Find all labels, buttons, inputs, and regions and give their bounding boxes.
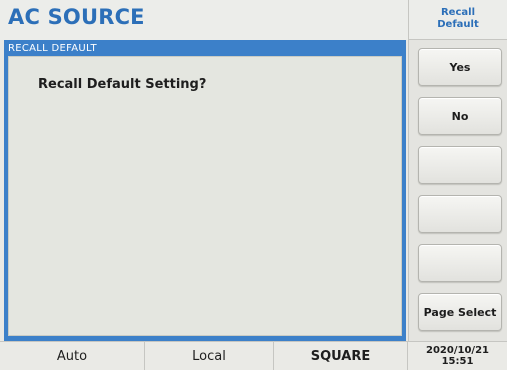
page-select-button[interactable]: Page Select — [418, 293, 502, 331]
status-mode: Auto — [0, 342, 145, 370]
status-bar: Auto Local SQUARE 2020/10/21 15:51 — [0, 341, 507, 370]
menu-header-line2: Default — [437, 19, 479, 30]
header-bar: AC SOURCE — [0, 0, 408, 40]
softkey-blank-5[interactable] — [418, 244, 502, 282]
menu-header: Recall Default — [409, 0, 507, 40]
softkey-blank-3[interactable] — [418, 146, 502, 184]
confirm-prompt: Recall Default Setting? — [38, 77, 207, 92]
yes-button[interactable]: Yes — [418, 48, 502, 86]
status-time: 15:51 — [441, 356, 474, 367]
status-date: 2020/10/21 — [426, 345, 489, 356]
status-waveform: SQUARE — [274, 342, 408, 370]
panel-body: Recall Default Setting? — [8, 56, 402, 336]
softkey-column: Recall Default Yes No Page Select — [408, 0, 507, 341]
softkey-blank-4[interactable] — [418, 195, 502, 233]
menu-header-line1: Recall — [440, 7, 475, 18]
status-datetime: 2020/10/21 15:51 — [408, 342, 507, 370]
panel-title: RECALL DEFAULT — [8, 43, 97, 54]
instrument-screen: AC SOURCE RECALL DEFAULT Recall Default … — [0, 0, 507, 370]
app-title: AC SOURCE — [8, 5, 145, 29]
recall-default-panel: RECALL DEFAULT Recall Default Setting? — [4, 40, 406, 341]
status-control: Local — [145, 342, 274, 370]
no-button[interactable]: No — [418, 97, 502, 135]
